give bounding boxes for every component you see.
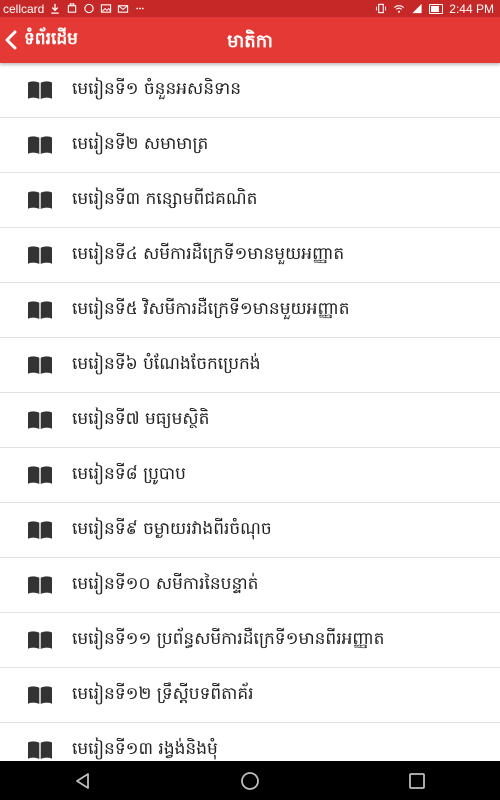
list-item-label: មេរៀនទី២ សមាមាត្រ xyxy=(72,133,209,154)
book-icon xyxy=(28,81,52,99)
app-bar: ទំព័រដើម មាតិកា xyxy=(0,17,500,63)
list-item-label: មេរៀនទី៣ កន្សោមពីជគណិត xyxy=(72,188,258,209)
book-icon xyxy=(28,191,52,209)
book-icon xyxy=(28,521,52,539)
book-icon xyxy=(28,631,52,649)
book-icon xyxy=(28,576,52,594)
recents-square-icon xyxy=(408,772,425,789)
home-circle-icon xyxy=(241,771,259,790)
list-item[interactable]: មេរៀនទី១ ចំនួនអសនិទាន xyxy=(0,63,500,118)
list-item-label: មេរៀនទី៨ ប្រូបាប xyxy=(72,463,186,484)
list-item[interactable]: មេរៀនទី៧ មធ្យមស្ថិតិ xyxy=(0,393,500,448)
book-icon xyxy=(28,466,52,484)
list-item-label: មេរៀនទី១១ ប្រព័ន្ធសមីការដឺក្រេទី១មានពីរអ… xyxy=(72,628,385,649)
list-item[interactable]: មេរៀនទី៩ ចម្ងាយរវាងពីរចំណុច xyxy=(0,503,500,558)
list-item-label: មេរៀនទី៤ សមីការដឺក្រេទី១មានមួយអញ្ញាត xyxy=(72,243,345,264)
nav-home-button[interactable] xyxy=(230,761,270,800)
list-item-label: មេរៀនទី១៣ រង្វង់និងមុំ xyxy=(72,738,218,759)
list-item[interactable]: មេរៀនទី៨ ប្រូបាប xyxy=(0,448,500,503)
nav-back-button[interactable] xyxy=(63,761,103,800)
list-item-label: មេរៀនទី១២ ទ្រឹស្តីបទពីតាគ័រ xyxy=(72,683,254,704)
list-item[interactable]: មេរៀនទី៤ សមីការដឺក្រេទី១មានមួយអញ្ញាត xyxy=(0,228,500,283)
list-item[interactable]: មេរៀនទី១២ ទ្រឹស្តីបទពីតាគ័រ xyxy=(0,668,500,723)
book-icon xyxy=(28,136,52,154)
carrier-label: cellcard xyxy=(3,1,45,16)
status-right: 2:44 PM xyxy=(375,2,500,16)
book-icon xyxy=(28,246,52,264)
status-bar: cellcard 2:44 PM xyxy=(0,0,500,17)
back-triangle-icon xyxy=(76,772,90,789)
vibrate-icon xyxy=(376,3,387,14)
list-item-label: មេរៀនទី១ ចំនួនអសនិទាន xyxy=(72,78,242,99)
page-title: មាតិកា xyxy=(227,31,273,52)
list-item-label: មេរៀនទី១០ សមីការនៃបន្ទាត់ xyxy=(72,573,259,594)
notification-icon xyxy=(68,3,77,13)
list-item[interactable]: មេរៀនទី៣ កន្សោមពីជគណិត xyxy=(0,173,500,228)
chat-icon xyxy=(84,3,95,14)
list-item-label: មេរៀនទី៦ បំណែងចែកប្រេកង់ xyxy=(72,353,261,374)
system-nav-bar xyxy=(0,761,500,800)
wifi-icon xyxy=(394,5,405,13)
signal-icon xyxy=(412,3,422,14)
download-icon xyxy=(51,3,60,14)
book-icon xyxy=(28,741,52,759)
list-item[interactable]: មេរៀនទី៥ វិសមីការដឺក្រេទី១មានមួយអញ្ញាត xyxy=(0,283,500,338)
nav-recents-button[interactable] xyxy=(397,761,437,800)
list-item[interactable]: មេរៀនទី១០ សមីការនៃបន្ទាត់ xyxy=(0,558,500,613)
list-item-label: មេរៀនទី៩ ចម្ងាយរវាងពីរចំណុច xyxy=(72,518,272,539)
more-dots-icon xyxy=(136,7,145,10)
list-item[interactable]: មេរៀនទី១៣ រង្វង់និងមុំ xyxy=(0,723,500,761)
battery-icon xyxy=(429,3,444,14)
status-time: 2:44 PM xyxy=(449,1,494,16)
status-left: cellcard xyxy=(0,2,146,16)
book-icon xyxy=(28,356,52,374)
lesson-list: មេរៀនទី១ ចំនួនអសនិទាន មេរៀនទី២ សមាមាត្រ … xyxy=(0,63,500,761)
list-item[interactable]: មេរៀនទី១១ ប្រព័ន្ធសមីការដឺក្រេទី១មានពីរអ… xyxy=(0,613,500,668)
book-icon xyxy=(28,411,52,429)
image-icon xyxy=(101,4,112,13)
list-item-label: មេរៀនទី៧ មធ្យមស្ថិតិ xyxy=(72,408,210,429)
list-item[interactable]: មេរៀនទី៦ បំណែងចែកប្រេកង់ xyxy=(0,338,500,393)
book-icon xyxy=(28,301,52,319)
mail-icon xyxy=(118,5,129,13)
list-item-label: មេរៀនទី៥ វិសមីការដឺក្រេទី១មានមួយអញ្ញាត xyxy=(72,298,350,319)
list-item[interactable]: មេរៀនទី២ សមាមាត្រ xyxy=(0,118,500,173)
book-icon xyxy=(28,686,52,704)
